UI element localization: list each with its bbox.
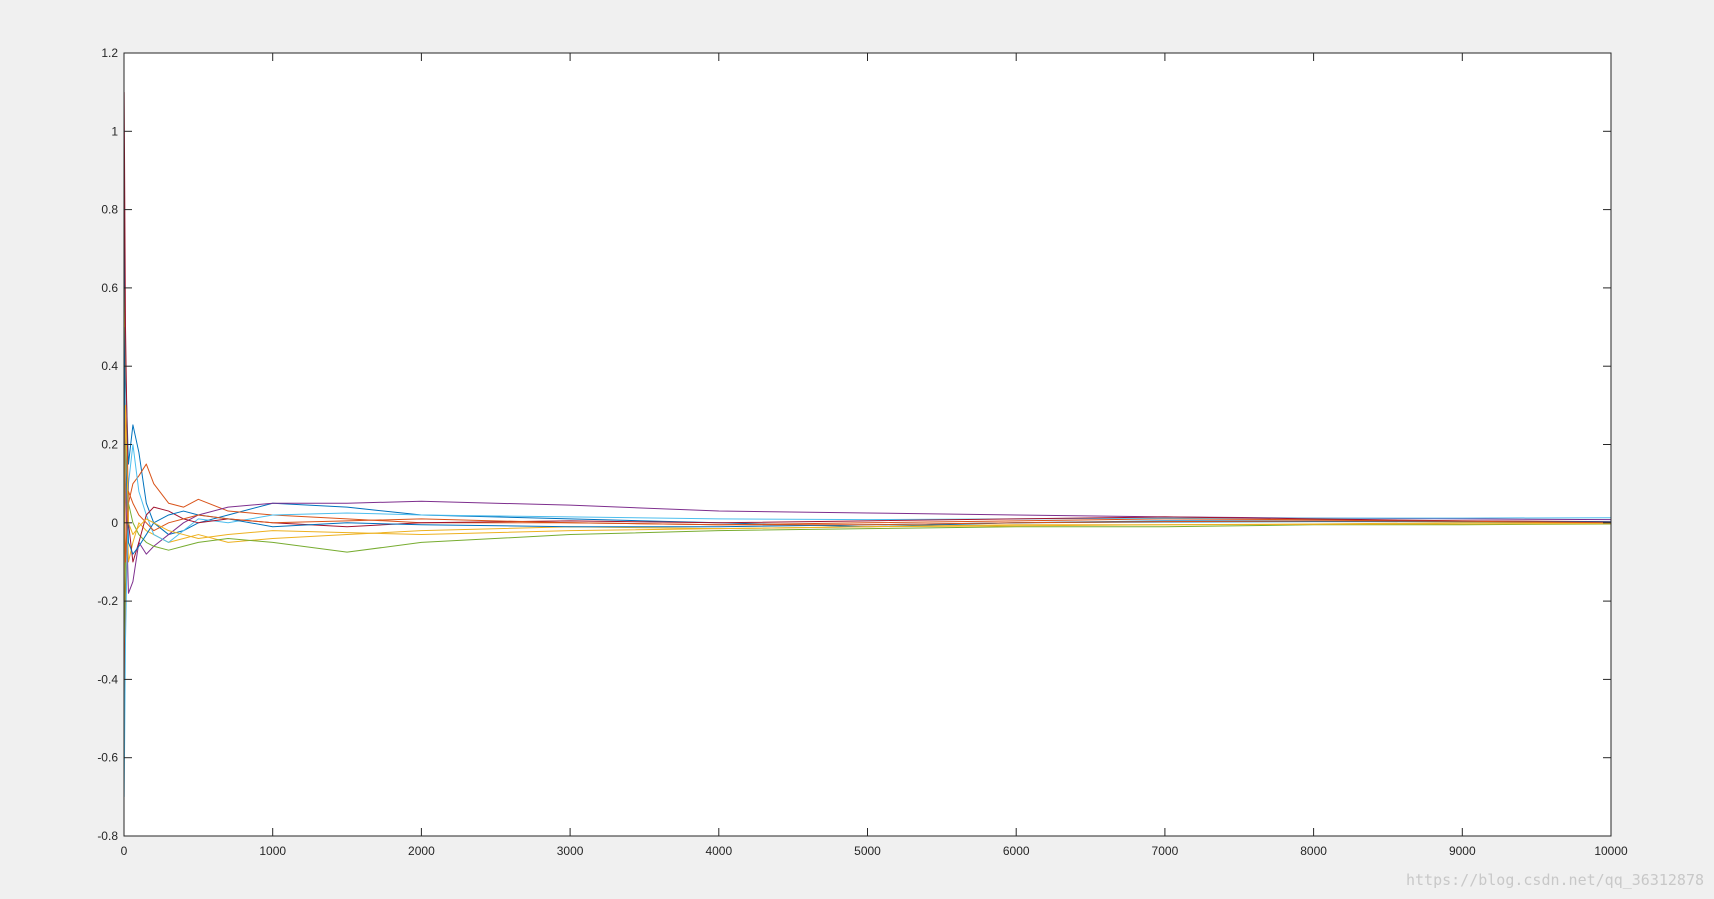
x-tick-label: 1000 — [259, 844, 286, 858]
y-tick-label: -0.6 — [97, 751, 118, 765]
plot-area — [124, 53, 1611, 836]
y-tick-label: 0.4 — [101, 359, 118, 373]
y-tick-label: 1 — [111, 124, 118, 138]
x-tick-label: 4000 — [705, 844, 732, 858]
x-tick-label: 10000 — [1594, 844, 1628, 858]
x-tick-label: 3000 — [557, 844, 584, 858]
x-tick-label: 0 — [121, 844, 128, 858]
y-tick-label: -0.2 — [97, 594, 118, 608]
x-tick-label: 8000 — [1300, 844, 1327, 858]
y-tick-label: -0.4 — [97, 672, 118, 686]
x-tick-label: 6000 — [1003, 844, 1030, 858]
y-tick-label: 1.2 — [101, 46, 118, 60]
y-tick-label: 0.8 — [101, 203, 118, 217]
y-tick-label: -0.8 — [97, 829, 118, 843]
y-tick-label: 0.2 — [101, 438, 118, 452]
y-tick-label: 0 — [111, 516, 118, 530]
line-chart: 0 1000 2000 3000 4000 5000 6000 7000 8000 9000 100… — [0, 0, 1714, 899]
y-tick-label: 0.6 — [101, 281, 118, 295]
x-tick-label: 2000 — [408, 844, 435, 858]
x-tick-label: 5000 — [854, 844, 881, 858]
x-tick-label: 7000 — [1152, 844, 1179, 858]
watermark-text: https://blog.csdn.net/qq_36312878 — [1405, 871, 1704, 889]
x-tick-label: 9000 — [1449, 844, 1476, 858]
